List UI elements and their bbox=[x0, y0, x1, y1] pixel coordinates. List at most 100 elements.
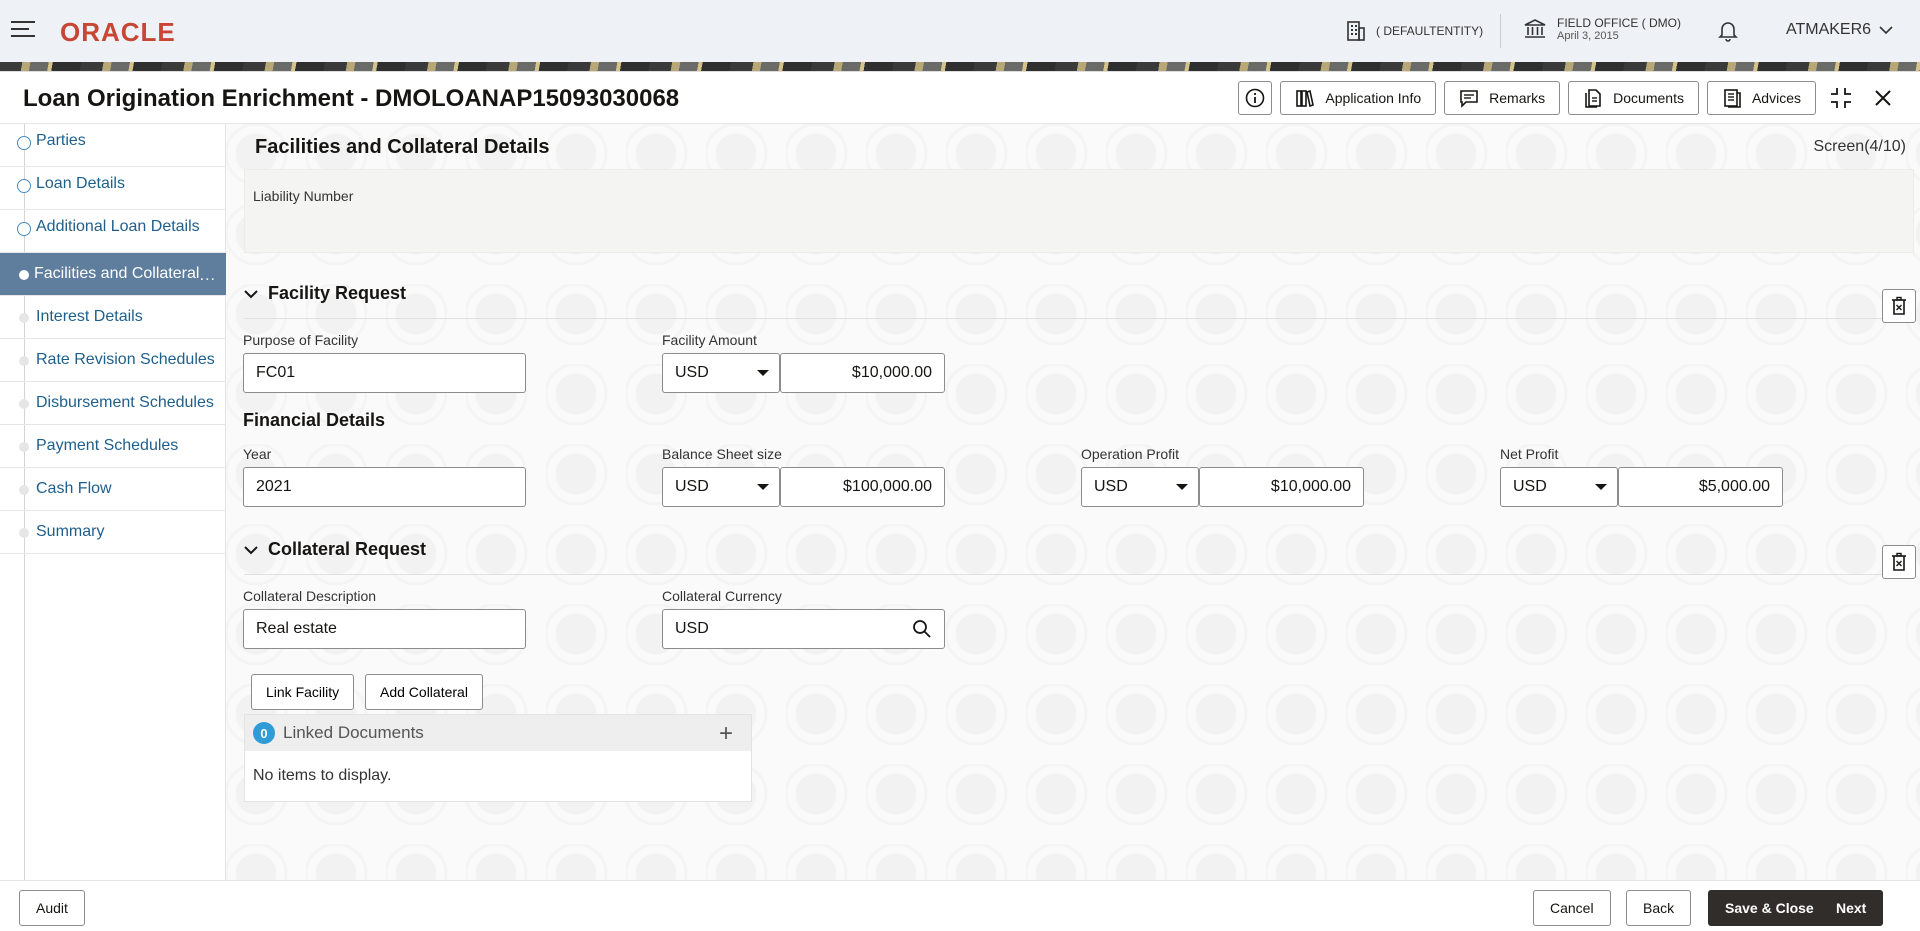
balance-sheet-size-input[interactable]: $100,000.00 bbox=[780, 467, 945, 507]
facility-request-heading: Facility Request bbox=[268, 283, 407, 303]
balance-currency-select[interactable]: USD bbox=[662, 467, 780, 507]
documents-button[interactable]: Documents bbox=[1568, 81, 1699, 115]
close-icon[interactable] bbox=[1866, 81, 1900, 115]
next-button[interactable]: Next bbox=[1819, 890, 1884, 926]
add-collateral-button[interactable]: Add Collateral bbox=[365, 674, 483, 710]
facility-currency-select[interactable]: USD bbox=[662, 353, 780, 393]
nav-item-rate-revision-schedules[interactable]: Rate Revision Schedules bbox=[0, 339, 226, 382]
office-label: FIELD OFFICE ( DMO) bbox=[1557, 16, 1681, 30]
net-profit-label: Net Profit bbox=[1500, 446, 1559, 462]
nav-item-label: Parties bbox=[36, 132, 86, 149]
step-dot-icon bbox=[19, 356, 29, 366]
top-header: ORACLE ( DEFAULTENTITY) FIELD OFFICE ( D… bbox=[0, 0, 1920, 62]
caret-down-icon bbox=[1176, 484, 1188, 490]
operation-profit-label: Operation Profit bbox=[1081, 446, 1180, 462]
purpose-of-facility-label: Purpose of Facility bbox=[243, 332, 359, 348]
collateral-request-toggle[interactable]: Collateral Request bbox=[244, 539, 426, 560]
facility-request-toggle[interactable]: Facility Request bbox=[244, 283, 406, 304]
trash-icon bbox=[1892, 552, 1906, 571]
net-profit-input[interactable]: $5,000.00 bbox=[1618, 467, 1783, 507]
hamburger-menu-icon[interactable] bbox=[11, 21, 35, 39]
operation-profit-input[interactable]: $10,000.00 bbox=[1199, 467, 1364, 507]
delete-facility-button[interactable] bbox=[1882, 289, 1916, 323]
notification-bell-icon[interactable] bbox=[1718, 20, 1738, 47]
minimize-screen-icon[interactable] bbox=[1824, 81, 1858, 115]
balance-currency-value: USD bbox=[675, 478, 709, 495]
info-icon bbox=[1246, 88, 1265, 108]
info-button[interactable] bbox=[1238, 81, 1273, 115]
entity-selector[interactable]: ( DEFAULTENTITY) bbox=[1346, 20, 1483, 42]
nav-item-label: Summary bbox=[36, 523, 105, 540]
nav-item-label: Interest Details bbox=[36, 308, 143, 325]
collateral-request-heading: Collateral Request bbox=[268, 539, 427, 559]
cancel-button[interactable]: Cancel bbox=[1533, 890, 1611, 926]
step-dot-icon bbox=[19, 485, 29, 495]
user-menu[interactable]: ATMAKER6 bbox=[1786, 21, 1893, 39]
chevron-down-icon bbox=[244, 545, 258, 554]
window-footer: Audit Cancel Back Save & Close Next bbox=[0, 880, 1920, 931]
collateral-currency-value: USD bbox=[675, 620, 709, 637]
section-divider bbox=[244, 574, 1904, 575]
remarks-button[interactable]: Remarks bbox=[1444, 81, 1561, 115]
nav-item-disbursement-schedules[interactable]: Disbursement Schedules bbox=[0, 382, 226, 425]
delete-collateral-button[interactable] bbox=[1882, 545, 1916, 579]
application-info-button[interactable]: Application Info bbox=[1280, 81, 1437, 115]
check-circle-icon bbox=[17, 222, 31, 236]
application-info-label: Application Info bbox=[1325, 90, 1422, 106]
user-name: ATMAKER6 bbox=[1786, 21, 1872, 38]
nav-item-additional-loan-details[interactable]: Additional Loan Details bbox=[0, 210, 226, 253]
window-header: Loan Origination Enrichment - DMOLOANAP1… bbox=[0, 72, 1920, 124]
audit-button[interactable]: Audit bbox=[19, 890, 85, 926]
office-selector[interactable]: FIELD OFFICE ( DMO) April 3, 2015 bbox=[1523, 16, 1681, 42]
operation-profit-currency-select[interactable]: USD bbox=[1081, 467, 1199, 507]
oracle-logo: ORACLE bbox=[60, 17, 176, 47]
chevron-down-icon bbox=[1879, 26, 1893, 35]
nav-item-cash-flow[interactable]: Cash Flow bbox=[0, 468, 226, 511]
collateral-currency-input[interactable]: USD bbox=[662, 609, 945, 649]
step-dot-icon bbox=[19, 442, 29, 452]
step-dot-icon bbox=[19, 528, 29, 538]
nav-item-interest-details[interactable]: Interest Details bbox=[0, 296, 226, 339]
balance-sheet-size-label: Balance Sheet size bbox=[662, 446, 782, 462]
linked-documents-panel: 0 Linked Documents + No items to display… bbox=[244, 714, 752, 802]
link-facility-button[interactable]: Link Facility bbox=[251, 674, 355, 710]
collateral-currency-label: Collateral Currency bbox=[662, 588, 782, 604]
window-actions: Application Info Remarks Documents Advic… bbox=[1238, 81, 1900, 115]
advices-button[interactable]: Advices bbox=[1706, 81, 1816, 115]
nav-item-payment-schedules[interactable]: Payment Schedules bbox=[0, 425, 226, 468]
facility-amount-input[interactable]: $10,000.00 bbox=[780, 353, 945, 393]
train-navigation: Parties Loan Details Additional Loan Det… bbox=[0, 124, 226, 880]
more-options-icon[interactable]: ... bbox=[200, 267, 216, 285]
nav-item-facilities-collateral[interactable]: Facilities and Collateral ... bbox=[0, 253, 226, 296]
nav-item-loan-details[interactable]: Loan Details bbox=[0, 167, 226, 210]
main-content: Facilities and Collateral Details Screen… bbox=[226, 124, 1920, 880]
back-button[interactable]: Back bbox=[1626, 890, 1692, 926]
facility-currency-value: USD bbox=[675, 364, 709, 381]
application-info-icon bbox=[1296, 89, 1315, 108]
collateral-description-input[interactable]: Real estate bbox=[243, 609, 526, 649]
nav-item-label: Cash Flow bbox=[36, 480, 112, 497]
page-title: Facilities and Collateral Details bbox=[255, 136, 550, 158]
trash-icon bbox=[1892, 296, 1906, 315]
nav-item-label: Payment Schedules bbox=[36, 437, 179, 454]
purpose-of-facility-input[interactable]: FC01 bbox=[243, 353, 526, 393]
loan-enrichment-window: Loan Origination Enrichment - DMOLOANAP1… bbox=[0, 71, 1920, 931]
document-count-badge: 0 bbox=[253, 722, 275, 744]
advices-label: Advices bbox=[1751, 90, 1801, 106]
caret-down-icon bbox=[1595, 484, 1607, 490]
facility-amount-label: Facility Amount bbox=[662, 332, 757, 348]
search-icon[interactable] bbox=[912, 619, 932, 639]
year-input[interactable]: 2021 bbox=[243, 467, 526, 507]
remarks-label: Remarks bbox=[1489, 90, 1546, 106]
bank-icon bbox=[1524, 19, 1546, 38]
nav-item-label: Facilities and Collateral bbox=[34, 265, 200, 282]
add-document-icon[interactable]: + bbox=[719, 720, 733, 748]
nav-item-label: Rate Revision Schedules bbox=[36, 351, 215, 368]
nav-item-summary[interactable]: Summary bbox=[0, 511, 226, 554]
save-close-button[interactable]: Save & Close bbox=[1708, 890, 1831, 926]
net-profit-currency-select[interactable]: USD bbox=[1500, 467, 1618, 507]
nav-item-parties[interactable]: Parties bbox=[0, 124, 226, 167]
current-step-dot-icon bbox=[19, 270, 29, 280]
header-divider bbox=[1500, 14, 1501, 48]
collateral-description-label: Collateral Description bbox=[243, 588, 377, 604]
